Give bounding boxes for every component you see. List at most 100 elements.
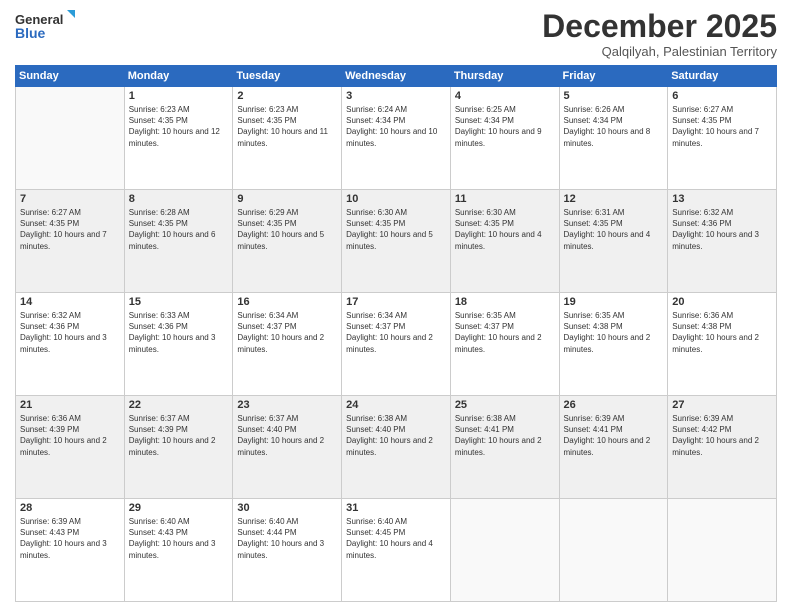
day-number: 26 — [564, 399, 664, 411]
day-number: 29 — [129, 502, 229, 514]
day-info: Sunrise: 6:30 AMSunset: 4:35 PMDaylight:… — [455, 208, 542, 251]
month-title: December 2025 — [542, 10, 777, 42]
calendar-cell: 9 Sunrise: 6:29 AMSunset: 4:35 PMDayligh… — [233, 190, 342, 293]
day-info: Sunrise: 6:40 AMSunset: 4:45 PMDaylight:… — [346, 517, 433, 560]
calendar-cell: 24 Sunrise: 6:38 AMSunset: 4:40 PMDaylig… — [342, 396, 451, 499]
calendar-cell: 5 Sunrise: 6:26 AMSunset: 4:34 PMDayligh… — [559, 87, 668, 190]
weekday-header: Sunday — [16, 66, 125, 87]
calendar-week-row: 1 Sunrise: 6:23 AMSunset: 4:35 PMDayligh… — [16, 87, 777, 190]
day-number: 25 — [455, 399, 555, 411]
day-number: 9 — [237, 193, 337, 205]
day-number: 20 — [672, 296, 772, 308]
calendar-week-row: 14 Sunrise: 6:32 AMSunset: 4:36 PMDaylig… — [16, 293, 777, 396]
calendar-cell: 13 Sunrise: 6:32 AMSunset: 4:36 PMDaylig… — [668, 190, 777, 293]
day-number: 14 — [20, 296, 120, 308]
calendar-cell: 11 Sunrise: 6:30 AMSunset: 4:35 PMDaylig… — [450, 190, 559, 293]
calendar-cell: 8 Sunrise: 6:28 AMSunset: 4:35 PMDayligh… — [124, 190, 233, 293]
calendar-cell: 19 Sunrise: 6:35 AMSunset: 4:38 PMDaylig… — [559, 293, 668, 396]
day-info: Sunrise: 6:34 AMSunset: 4:37 PMDaylight:… — [237, 311, 324, 354]
day-number: 19 — [564, 296, 664, 308]
day-info: Sunrise: 6:23 AMSunset: 4:35 PMDaylight:… — [237, 105, 328, 148]
calendar-cell: 30 Sunrise: 6:40 AMSunset: 4:44 PMDaylig… — [233, 499, 342, 602]
day-info: Sunrise: 6:39 AMSunset: 4:42 PMDaylight:… — [672, 414, 759, 457]
calendar-cell: 16 Sunrise: 6:34 AMSunset: 4:37 PMDaylig… — [233, 293, 342, 396]
calendar-cell: 21 Sunrise: 6:36 AMSunset: 4:39 PMDaylig… — [16, 396, 125, 499]
subtitle: Qalqilyah, Palestinian Territory — [542, 44, 777, 59]
day-number: 27 — [672, 399, 772, 411]
day-number: 17 — [346, 296, 446, 308]
day-info: Sunrise: 6:23 AMSunset: 4:35 PMDaylight:… — [129, 105, 220, 148]
day-number: 13 — [672, 193, 772, 205]
calendar-cell: 18 Sunrise: 6:35 AMSunset: 4:37 PMDaylig… — [450, 293, 559, 396]
day-info: Sunrise: 6:39 AMSunset: 4:43 PMDaylight:… — [20, 517, 107, 560]
day-number: 22 — [129, 399, 229, 411]
day-info: Sunrise: 6:38 AMSunset: 4:41 PMDaylight:… — [455, 414, 542, 457]
day-number: 7 — [20, 193, 120, 205]
calendar-cell: 7 Sunrise: 6:27 AMSunset: 4:35 PMDayligh… — [16, 190, 125, 293]
header-row: SundayMondayTuesdayWednesdayThursdayFrid… — [16, 66, 777, 87]
day-info: Sunrise: 6:40 AMSunset: 4:44 PMDaylight:… — [237, 517, 324, 560]
day-number: 5 — [564, 90, 664, 102]
calendar-cell: 28 Sunrise: 6:39 AMSunset: 4:43 PMDaylig… — [16, 499, 125, 602]
calendar-week-row: 7 Sunrise: 6:27 AMSunset: 4:35 PMDayligh… — [16, 190, 777, 293]
calendar-cell — [668, 499, 777, 602]
day-number: 3 — [346, 90, 446, 102]
day-number: 12 — [564, 193, 664, 205]
calendar-cell: 20 Sunrise: 6:36 AMSunset: 4:38 PMDaylig… — [668, 293, 777, 396]
day-info: Sunrise: 6:24 AMSunset: 4:34 PMDaylight:… — [346, 105, 437, 148]
svg-text:Blue: Blue — [15, 25, 46, 41]
day-info: Sunrise: 6:32 AMSunset: 4:36 PMDaylight:… — [672, 208, 759, 251]
day-info: Sunrise: 6:36 AMSunset: 4:39 PMDaylight:… — [20, 414, 107, 457]
day-number: 28 — [20, 502, 120, 514]
calendar-cell — [16, 87, 125, 190]
day-info: Sunrise: 6:25 AMSunset: 4:34 PMDaylight:… — [455, 105, 542, 148]
calendar-cell: 1 Sunrise: 6:23 AMSunset: 4:35 PMDayligh… — [124, 87, 233, 190]
day-info: Sunrise: 6:31 AMSunset: 4:35 PMDaylight:… — [564, 208, 651, 251]
calendar-cell: 29 Sunrise: 6:40 AMSunset: 4:43 PMDaylig… — [124, 499, 233, 602]
day-info: Sunrise: 6:27 AMSunset: 4:35 PMDaylight:… — [20, 208, 107, 251]
day-number: 16 — [237, 296, 337, 308]
day-info: Sunrise: 6:35 AMSunset: 4:38 PMDaylight:… — [564, 311, 651, 354]
weekday-header: Thursday — [450, 66, 559, 87]
day-info: Sunrise: 6:36 AMSunset: 4:38 PMDaylight:… — [672, 311, 759, 354]
day-info: Sunrise: 6:26 AMSunset: 4:34 PMDaylight:… — [564, 105, 651, 148]
calendar-cell: 2 Sunrise: 6:23 AMSunset: 4:35 PMDayligh… — [233, 87, 342, 190]
calendar-week-row: 21 Sunrise: 6:36 AMSunset: 4:39 PMDaylig… — [16, 396, 777, 499]
day-number: 11 — [455, 193, 555, 205]
day-info: Sunrise: 6:37 AMSunset: 4:39 PMDaylight:… — [129, 414, 216, 457]
day-number: 8 — [129, 193, 229, 205]
calendar-cell: 27 Sunrise: 6:39 AMSunset: 4:42 PMDaylig… — [668, 396, 777, 499]
day-info: Sunrise: 6:35 AMSunset: 4:37 PMDaylight:… — [455, 311, 542, 354]
day-info: Sunrise: 6:37 AMSunset: 4:40 PMDaylight:… — [237, 414, 324, 457]
calendar-cell: 26 Sunrise: 6:39 AMSunset: 4:41 PMDaylig… — [559, 396, 668, 499]
day-number: 15 — [129, 296, 229, 308]
title-block: December 2025 Qalqilyah, Palestinian Ter… — [542, 10, 777, 59]
page: General Blue December 2025 Qalqilyah, Pa… — [0, 0, 792, 612]
day-number: 1 — [129, 90, 229, 102]
day-info: Sunrise: 6:40 AMSunset: 4:43 PMDaylight:… — [129, 517, 216, 560]
calendar-cell — [559, 499, 668, 602]
day-info: Sunrise: 6:29 AMSunset: 4:35 PMDaylight:… — [237, 208, 324, 251]
day-info: Sunrise: 6:38 AMSunset: 4:40 PMDaylight:… — [346, 414, 433, 457]
calendar-cell: 10 Sunrise: 6:30 AMSunset: 4:35 PMDaylig… — [342, 190, 451, 293]
calendar-table: SundayMondayTuesdayWednesdayThursdayFrid… — [15, 65, 777, 602]
day-number: 23 — [237, 399, 337, 411]
calendar-cell: 4 Sunrise: 6:25 AMSunset: 4:34 PMDayligh… — [450, 87, 559, 190]
day-number: 2 — [237, 90, 337, 102]
calendar-cell: 22 Sunrise: 6:37 AMSunset: 4:39 PMDaylig… — [124, 396, 233, 499]
header: General Blue December 2025 Qalqilyah, Pa… — [15, 10, 777, 59]
day-number: 30 — [237, 502, 337, 514]
calendar-cell: 25 Sunrise: 6:38 AMSunset: 4:41 PMDaylig… — [450, 396, 559, 499]
calendar-cell: 6 Sunrise: 6:27 AMSunset: 4:35 PMDayligh… — [668, 87, 777, 190]
day-number: 6 — [672, 90, 772, 102]
day-info: Sunrise: 6:39 AMSunset: 4:41 PMDaylight:… — [564, 414, 651, 457]
calendar-cell: 31 Sunrise: 6:40 AMSunset: 4:45 PMDaylig… — [342, 499, 451, 602]
logo-svg: General Blue — [15, 10, 75, 42]
weekday-header: Tuesday — [233, 66, 342, 87]
calendar-cell: 23 Sunrise: 6:37 AMSunset: 4:40 PMDaylig… — [233, 396, 342, 499]
calendar-cell: 14 Sunrise: 6:32 AMSunset: 4:36 PMDaylig… — [16, 293, 125, 396]
weekday-header: Saturday — [668, 66, 777, 87]
day-info: Sunrise: 6:28 AMSunset: 4:35 PMDaylight:… — [129, 208, 216, 251]
calendar-cell: 15 Sunrise: 6:33 AMSunset: 4:36 PMDaylig… — [124, 293, 233, 396]
day-number: 18 — [455, 296, 555, 308]
